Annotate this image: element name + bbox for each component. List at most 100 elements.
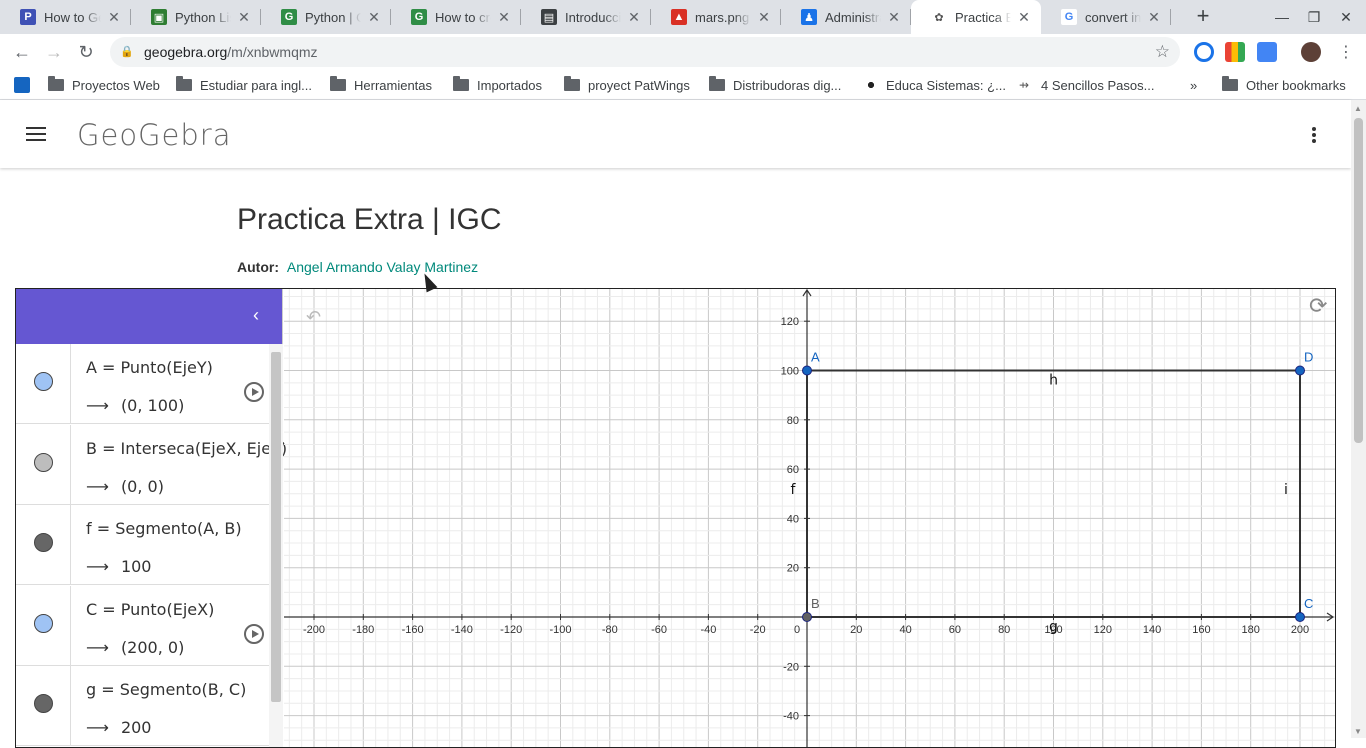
marble-column [16,666,71,746]
bookmark-item[interactable]: ⇸ 4 Sencillos Pasos... [1019,76,1154,94]
reset-icon[interactable]: ⟳ [1309,293,1327,319]
bookmark-label: Proyectos Web [72,77,160,93]
x-tick-label: 140 [1143,624,1161,636]
bookmark-label: Estudiar para ingl... [200,77,313,93]
bookmark-item[interactable]: Importados [453,76,542,94]
bookmark-item[interactable]: Distribudoras dig... [709,76,841,94]
tab-9[interactable]: Gconvert int ✕ [1041,0,1171,34]
new-tab-button[interactable]: + [1192,5,1214,28]
x-tick-label: 40 [899,624,911,636]
bookmark-icon[interactable] [14,76,30,94]
folder-icon [564,76,580,91]
menu-icon[interactable] [26,127,46,141]
point-C[interactable] [1295,612,1305,622]
marble-column [16,505,71,585]
extension-icon[interactable] [1225,42,1245,62]
undo-icon[interactable]: ↶ [306,307,321,328]
x-tick-label: -160 [402,624,424,636]
minimize-icon[interactable]: — [1266,0,1298,34]
close-tab-icon[interactable]: ✕ [367,9,381,26]
output-arrow-icon: ⟶ [86,476,109,496]
avatar[interactable] [1301,42,1321,62]
collapse-icon[interactable]: ‹ [253,305,259,326]
graphics-canvas[interactable]: -200 -180 -160 -140 -120 -100 -80 -60 -40 -20 0 20 4… [284,289,1336,748]
algebra-header: ‹ [16,289,282,344]
algebra-item[interactable]: C = Punto(EjeX) ⟶ (200, 0) [16,585,269,666]
lock-icon: 🔒 [120,46,134,58]
algebra-definition[interactable]: C = Punto(EjeX) [86,600,214,619]
visibility-toggle[interactable] [34,452,53,472]
extension-icon[interactable] [1194,42,1214,62]
gfg-icon: G [281,9,297,25]
x-tick-label: -80 [602,624,618,636]
tab-strip: P How to Get ✕ ▣ Python List ✕ G Python | G ✕ G Ho… [0,0,1366,34]
point-D[interactable] [1295,365,1305,376]
address-bar[interactable]: 🔒 geogebra.org/m/xnbwmqmz ☆ [110,37,1180,67]
browser-menu-icon[interactable]: ⋮ [1334,40,1358,64]
algebra-definition[interactable]: A = Punto(EjeY) [86,358,213,377]
visibility-toggle[interactable] [34,694,53,713]
more-options-icon[interactable] [1312,127,1318,145]
close-tab-icon[interactable]: ✕ [627,9,641,26]
point-A[interactable] [802,365,812,376]
bookmark-star-icon[interactable]: ☆ [1155,42,1170,62]
visibility-toggle[interactable] [34,533,53,552]
tab-1[interactable]: P How to Get ✕ [0,0,131,34]
other-bookmarks[interactable]: Other bookmarks [1222,76,1346,94]
close-tab-icon[interactable]: ✕ [887,9,901,26]
gfg-icon: G [411,9,427,25]
point-label: A [811,350,820,365]
algebra-definition[interactable]: f = Segmento(A, B) [86,519,242,538]
visibility-toggle[interactable] [34,613,53,633]
tab-title: mars.png - [695,9,751,25]
bookmark-item[interactable]: Estudiar para ingl... [176,76,312,94]
back-icon[interactable]: ← [10,40,34,64]
restore-icon[interactable]: ❐ [1298,0,1330,34]
page-scrollbar[interactable]: ▲ ▼ [1351,100,1366,738]
close-window-icon[interactable]: ✕ [1330,0,1362,34]
tab-7[interactable]: ♟ Administra ✕ [781,0,911,34]
algebra-definition[interactable]: B = Interseca(EjeX, EjeY) [86,439,287,458]
visibility-toggle[interactable] [34,372,53,391]
play-animation-icon[interactable] [244,382,264,402]
bookmark-label: Importados [477,77,543,93]
play-animation-icon[interactable] [244,623,264,644]
bookmark-item[interactable]: proyect PatWings [564,76,690,94]
tab-6[interactable]: ▲ mars.png - ✕ [651,0,781,34]
close-tab-icon[interactable]: ✕ [237,9,251,26]
algebra-item[interactable]: f = Segmento(A, B) ⟶ 100 [16,505,269,585]
tab-4[interactable]: G How to cre ✕ [391,0,521,34]
bookmark-item[interactable]: Proyectos Web [48,76,160,94]
algebra-item[interactable]: g = Segmento(B, C) ⟶ 200 [16,666,269,746]
geogebra-icon: ✿ [931,9,947,25]
close-tab-icon[interactable]: ✕ [757,9,771,26]
value-text: (0, 100) [120,396,185,415]
point-B[interactable] [802,612,812,622]
more-bookmarks-icon[interactable]: » [1190,76,1197,94]
close-tab-icon[interactable]: ✕ [497,9,511,26]
graphics-view[interactable]: -200 -180 -160 -140 -120 -100 -80 -60 -40 -20 0 20 4… [284,289,1336,748]
author-link[interactable]: Angel Armando Valay Martinez [287,259,478,275]
algebra-item[interactable]: B = Interseca(EjeX, EjeY) ⟶ (0, 0) [16,424,287,505]
tab-8[interactable]: ✿ Practica Ex ✕ [911,0,1041,34]
geogebra-logo[interactable]: GeoGebra [77,118,231,152]
translate-icon[interactable] [1257,42,1277,62]
url-path: /m/xnbwmqmz [227,44,318,60]
reload-icon[interactable]: ↻ [74,40,98,64]
android-icon: ▣ [151,9,167,25]
y-tick-label: 80 [787,415,799,427]
value-text: (0, 0) [120,476,164,496]
algebra-definition[interactable]: g = Segmento(B, C) [86,680,246,699]
close-tab-icon[interactable]: ✕ [107,9,121,26]
tab-3[interactable]: G Python | G ✕ [261,0,391,34]
segment-label: f [791,482,797,498]
bookmark-item[interactable]: Educa Sistemas: ¿... [864,76,1006,94]
tab-5[interactable]: ▤ Introducci ✕ [521,0,651,34]
close-tab-icon[interactable]: ✕ [1147,9,1161,26]
close-tab-icon[interactable]: ✕ [1017,9,1031,26]
algebra-item[interactable]: A = Punto(EjeY) ⟶ (0, 100) [16,344,269,424]
bookmark-item[interactable]: Herramientas [330,76,432,94]
tab-2[interactable]: ▣ Python List ✕ [131,0,261,34]
algebra-scrollbar[interactable] [269,344,283,747]
forward-icon[interactable]: → [42,40,66,64]
